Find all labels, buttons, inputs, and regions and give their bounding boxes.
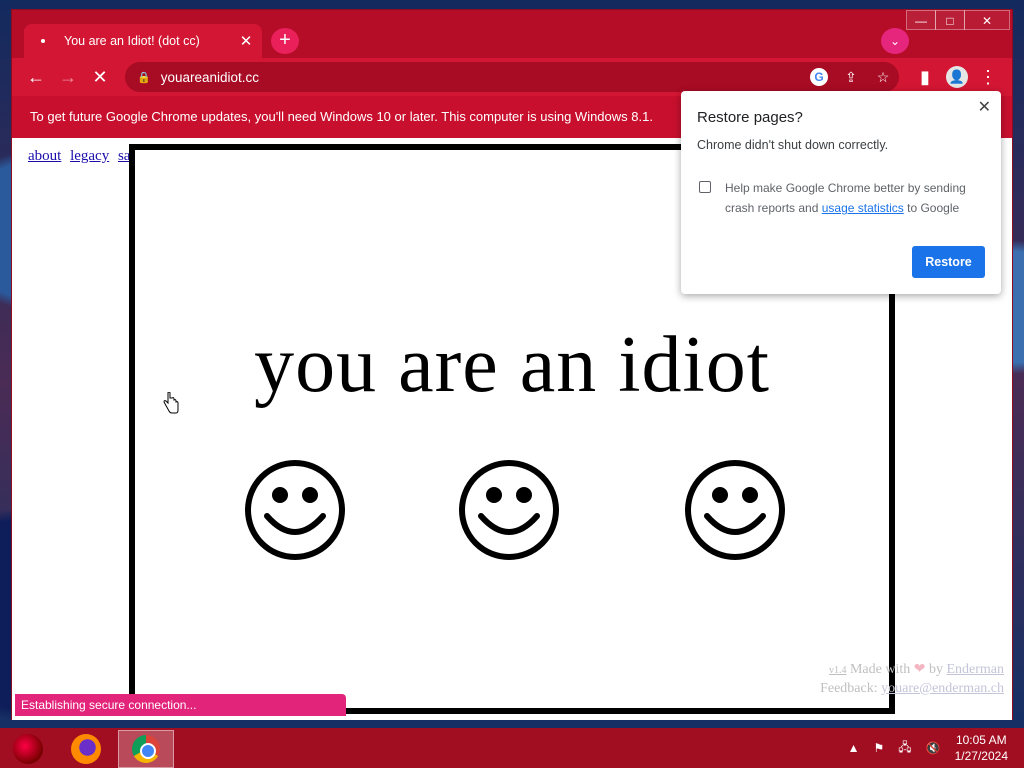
system-tray: ▲ ⚑ 🖧 🔇 10:05 AM 1/27/2024 [848, 728, 1024, 768]
clock[interactable]: 10:05 AM 1/27/2024 [955, 732, 1008, 764]
tab-favicon-icon [36, 34, 50, 48]
dialog-close-button[interactable]: ✕ [978, 97, 991, 117]
volume-muted-icon[interactable]: 🔇 [926, 741, 941, 755]
status-text: Establishing secure connection... [21, 698, 197, 712]
address-bar[interactable]: 🔒 youareanidiot.cc G ⇪ ☆ [125, 62, 899, 92]
taskbar: ▲ ⚑ 🖧 🔇 10:05 AM 1/27/2024 [0, 728, 1024, 768]
url-text[interactable]: youareanidiot.cc [161, 70, 803, 85]
share-icon[interactable]: ⇪ [835, 69, 867, 86]
clock-date: 1/27/2024 [954, 749, 1008, 763]
dialog-title: Restore pages? [697, 109, 803, 126]
window-controls: — □ ✕ [906, 10, 1010, 30]
firefox-icon [71, 734, 101, 764]
headline-text: you are an idiot [254, 321, 770, 409]
tab-close-button[interactable]: ✕ [234, 32, 258, 50]
tab-title: You are an Idiot! (dot cc) [64, 34, 200, 48]
chrome-menu-button[interactable]: ⋮ [974, 63, 1002, 91]
stop-loading-button[interactable]: ✕ [86, 63, 114, 91]
heart-icon: ❤ [913, 662, 926, 677]
taskbar-firefox[interactable] [58, 730, 114, 768]
author-link[interactable]: Enderman [946, 662, 1004, 677]
infobar-text: To get future Google Chrome updates, you… [30, 109, 653, 124]
status-bubble: Establishing secure connection... [15, 694, 346, 716]
profile-avatar-icon[interactable]: 👤 [946, 66, 968, 88]
maximize-button[interactable]: □ [935, 10, 965, 30]
version-label: v1.4 [828, 665, 847, 676]
smiley-face-icon [685, 460, 785, 560]
feedback-email-link[interactable]: youare@enderman.ch [881, 681, 1004, 696]
forward-button[interactable]: → [54, 63, 82, 91]
tab-strip: You are an Idiot! (dot cc) ✕ + ⌄ — □ ✕ [12, 10, 1012, 58]
credits: v1.4 Made with ❤ by Enderman Feedback: y… [820, 661, 1004, 698]
smiley-face-icon [245, 460, 345, 560]
tray-chevron-icon[interactable]: ▲ [848, 741, 860, 755]
clock-time: 10:05 AM [955, 733, 1007, 747]
by-text: by [928, 662, 943, 677]
minimize-button[interactable]: — [906, 10, 936, 30]
tab-active[interactable]: You are an Idiot! (dot cc) ✕ [24, 24, 262, 58]
checkbox-label: Help make Google Chrome better by sendin… [725, 181, 966, 215]
link-about[interactable]: about [28, 148, 61, 164]
hand-cursor-icon [163, 392, 179, 414]
back-button[interactable]: ← [22, 63, 50, 91]
start-orb-icon [13, 734, 43, 764]
network-icon[interactable]: 🖧 [898, 738, 911, 759]
window-close-button[interactable]: ✕ [964, 10, 1010, 30]
made-with-text: Made with [849, 662, 911, 677]
bookmark-star-icon[interactable]: ☆ [867, 69, 899, 86]
action-center-flag-icon[interactable]: ⚑ [874, 741, 885, 755]
restore-pages-dialog: Restore pages? ✕ Chrome didn't shut down… [681, 91, 1001, 294]
smiley-face-icon [459, 460, 559, 560]
lock-icon[interactable]: 🔒 [137, 71, 151, 84]
tab-search-button[interactable]: ⌄ [881, 28, 909, 54]
start-button[interactable] [0, 730, 56, 768]
side-panel-button[interactable]: ▮ [911, 63, 939, 91]
crash-report-checkbox[interactable] [699, 181, 711, 193]
link-legacy[interactable]: legacy [70, 148, 109, 164]
taskbar-chrome[interactable] [118, 730, 174, 768]
feedback-label: Feedback: [820, 681, 878, 696]
dialog-message: Chrome didn't shut down correctly. [697, 138, 889, 152]
restore-button[interactable]: Restore [912, 246, 985, 278]
usage-statistics-link[interactable]: usage statistics [822, 201, 904, 215]
new-tab-button[interactable]: + [271, 28, 299, 54]
google-lens-icon[interactable]: G [803, 68, 835, 86]
chrome-icon [132, 735, 160, 763]
